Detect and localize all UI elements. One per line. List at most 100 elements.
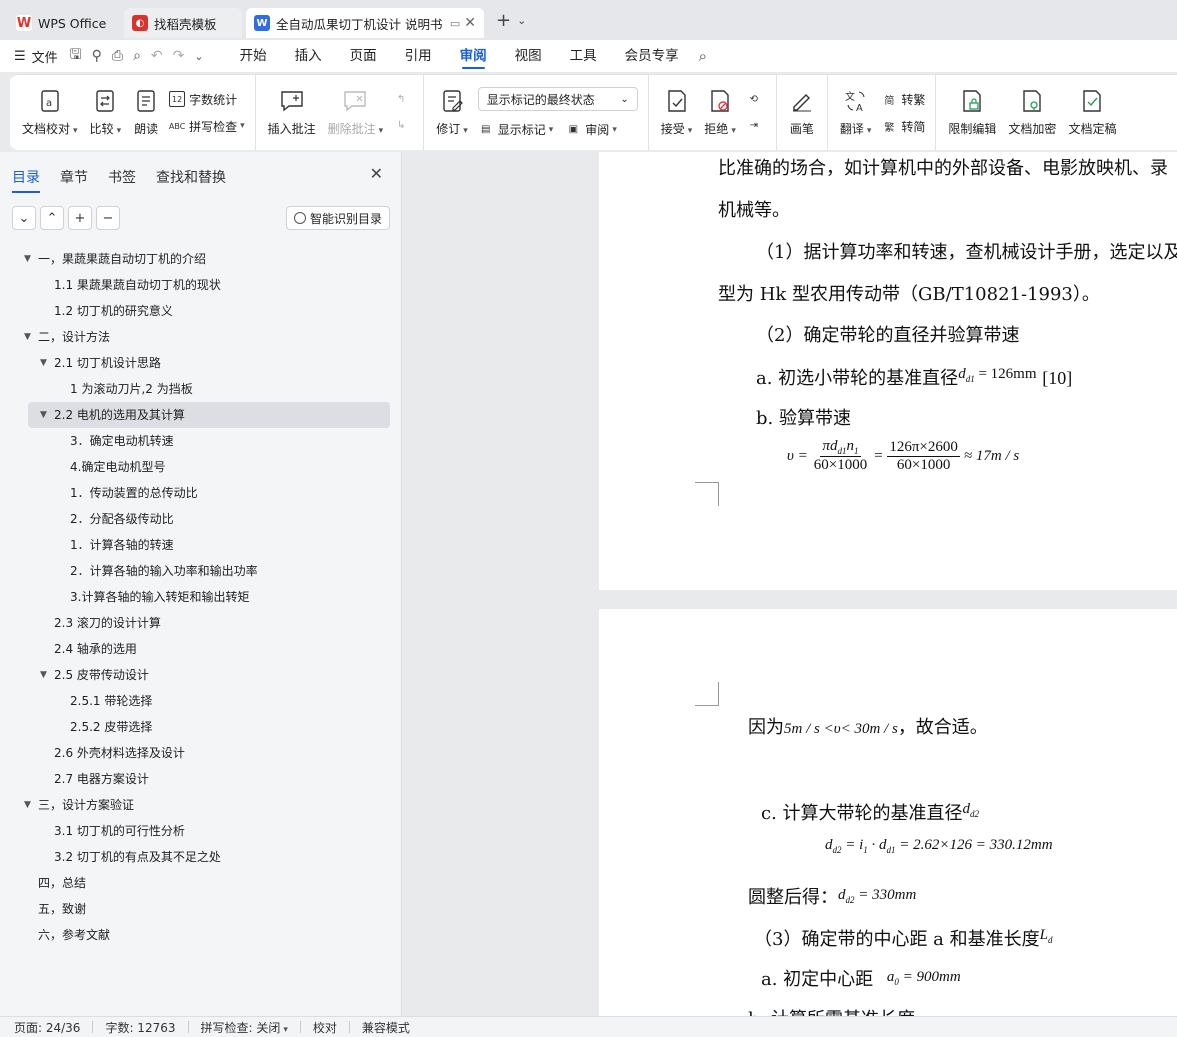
toc-item[interactable]: 2.4 轴承的选用 [0,636,402,662]
toc-item[interactable]: ▼ 一，果蔬果蔬自动切丁机的介绍 [0,246,402,272]
tab-review[interactable]: 审阅 [460,40,487,72]
translate-button[interactable]: 文A 翻译 ▾ [840,78,872,148]
expand-arrow-icon[interactable]: ▼ [40,402,47,428]
file-menu[interactable]: ☰ 文件 [14,47,58,66]
word-count-indicator[interactable]: 字数: 12763 [105,1019,175,1036]
redo-icon[interactable]: ↷ [173,48,185,64]
toc-item[interactable]: 2．分配各级传动比 [0,506,402,532]
toc-item[interactable]: ▼ 三，设计方案验证 [0,792,402,818]
markup-state-select[interactable]: 显示标记的最终状态 ⌄ [477,87,638,111]
reject-button[interactable]: 拒绝 ▾ [704,78,736,148]
spell-check-button[interactable]: ABC 拼写检查 ▾ [169,118,245,135]
toc-item[interactable]: ▼ 二，设计方法 [0,324,402,350]
compare-button[interactable]: 比较 ▾ [90,78,121,148]
smart-toc-button[interactable]: 智能识别目录 [285,206,390,230]
toc-item[interactable]: 4.确定电动机型号 [0,454,402,480]
toc-item[interactable]: 2.6 外壳材料选择及设计 [0,740,402,766]
tab-page[interactable]: 页面 [350,40,377,72]
toc-item[interactable]: 五，致谢 [0,896,402,922]
proofread-button[interactable]: a 文档校对 ▾ [22,78,78,148]
toc-item[interactable]: 1.1 果蔬果蔬自动切丁机的现状 [0,272,402,298]
proofread-status[interactable]: 校对 [313,1019,337,1036]
tab-references[interactable]: 引用 [405,40,432,72]
revise-button[interactable]: 修订 ▾ [436,78,468,148]
expand-arrow-icon[interactable]: ▼ [24,792,31,818]
previous-change-button[interactable]: ⟲ [746,92,766,108]
next-change-button[interactable]: ⇥ [746,118,766,134]
toc-item[interactable]: 2.7 电器方案设计 [0,766,402,792]
spell-check-status[interactable]: 拼写检查: 关闭 ▾ [201,1019,288,1036]
toc-item[interactable]: 1．传动装置的总传动比 [0,480,402,506]
toc-item[interactable]: 3.计算各轴的输入转矩和输出转矩 [0,584,402,610]
toc-item[interactable]: 2.5.2 皮带选择 [0,714,402,740]
toc-item[interactable]: ▼ 2.5 皮带传动设计 [0,662,402,688]
undo-icon[interactable]: ↶ [151,48,163,64]
next-change-icon: ⇥ [749,120,759,131]
tab-insert[interactable]: 插入 [295,40,322,72]
expand-arrow-icon[interactable]: ▼ [40,662,47,688]
to-traditional-button[interactable]: 简转繁 [881,91,925,108]
sidebar-tab-bookmarks[interactable]: 书签 [108,167,136,193]
new-tab-icon[interactable]: + [496,10,511,31]
share-icon[interactable]: ⚲ [92,48,102,64]
tab-view[interactable]: 视图 [515,40,542,72]
page-indicator[interactable]: 页面: 24/36 [14,1019,80,1036]
to-simplified-button[interactable]: 繁转简 [881,118,925,135]
toc-item[interactable]: 3．确定电动机转速 [0,428,402,454]
toc-item[interactable]: 1．计算各轴的转速 [0,532,402,558]
toc-item[interactable]: ▼ 2.1 切丁机设计思路 [0,350,402,376]
simplified-icon: 繁 [884,122,895,134]
tab-document[interactable]: W 全自动瓜果切丁机设计 说明书 ▭ ✕ [246,8,484,38]
toc-item[interactable]: 2.5.1 带轮选择 [0,688,402,714]
toc-item[interactable]: 2．计算各轴的输入功率和输出功率 [0,558,402,584]
toc-item[interactable]: ▼ 2.2 电机的选用及其计算 [28,402,390,428]
toc-item[interactable]: 3.1 切丁机的可行性分析 [0,818,402,844]
print-icon[interactable]: ⎙ [112,48,123,64]
document-canvas[interactable]: 比准确的场合，如计算机中的外部设备、电影放映机、录 机械等。 （1）据计算功率和… [403,152,1177,1016]
toc-item[interactable]: 四，总结 [0,870,402,896]
toc-item[interactable]: 六，参考文献 [0,922,402,948]
sidebar-tab-toc[interactable]: 目录 [12,167,40,193]
search-icon[interactable]: ⌕ [699,47,707,65]
toc-item[interactable]: 1 为滚动刀片,2 为挡板 [0,376,402,402]
add-level-icon[interactable]: + [68,206,92,230]
finalize-button[interactable]: 文档定稿 [1068,78,1116,148]
speed-range-math: 5m / s <υ< 30m / s [784,721,898,737]
tab-docer[interactable]: ◐ 找稻壳模板 [124,8,242,38]
sidebar-tab-sections[interactable]: 章节 [60,167,88,193]
toc-item[interactable]: 3.2 切丁机的有点及其不足之处 [0,844,402,870]
monitor-icon[interactable]: ▭ [450,17,460,30]
toc-item[interactable]: 2.3 滚刀的设计计算 [0,610,402,636]
restrict-edit-button[interactable]: 限制编辑 [948,78,996,148]
previous-comment-button[interactable]: ↰ [393,92,413,108]
encrypt-button[interactable]: 文档加密 [1008,78,1056,148]
tab-member[interactable]: 会员专享 [625,40,679,72]
pen-button[interactable]: 画笔 [789,78,815,148]
toc-item[interactable]: 1.2 切丁机的研究意义 [0,298,402,324]
tab-wps-office[interactable]: W WPS Office [8,8,120,38]
close-icon[interactable]: ✕ [370,164,383,183]
review-pane-button[interactable]: ▣ 审阅 ▾ [565,121,617,138]
toc-item-label: 2．计算各轴的输入功率和输出功率 [70,564,258,578]
expand-arrow-icon[interactable]: ▼ [40,350,47,376]
accept-button[interactable]: 接受 ▾ [661,78,692,148]
collapse-all-icon[interactable]: ⌄ [12,206,36,230]
chevron-down-icon[interactable]: ⌄ [517,14,526,27]
expand-arrow-icon[interactable]: ▼ [24,324,31,350]
delete-comment-button[interactable]: 删除批注 ▾ [328,78,383,148]
close-tab-icon[interactable]: ✕ [464,15,476,31]
show-markup-button[interactable]: ▤ 显示标记 ▾ [478,121,553,138]
print-preview-icon[interactable]: ⌕ [133,48,141,64]
tab-home[interactable]: 开始 [240,40,267,72]
sidebar-tab-find-replace[interactable]: 查找和替换 [156,167,226,193]
save-icon[interactable]: 🖫 [70,44,82,68]
remove-level-icon[interactable]: − [96,206,120,230]
word-count-button[interactable]: 12 字数统计 [169,91,245,108]
expand-arrow-icon[interactable]: ▼ [24,246,31,272]
next-comment-button[interactable]: ↳ [393,118,413,134]
read-aloud-button[interactable]: 朗读 [133,78,159,148]
insert-comment-button[interactable]: 插入批注 [268,78,316,148]
expand-up-icon[interactable]: ⌃ [40,206,64,230]
chevron-down-icon[interactable]: ⌄ [194,50,203,63]
tab-tools[interactable]: 工具 [570,40,597,72]
